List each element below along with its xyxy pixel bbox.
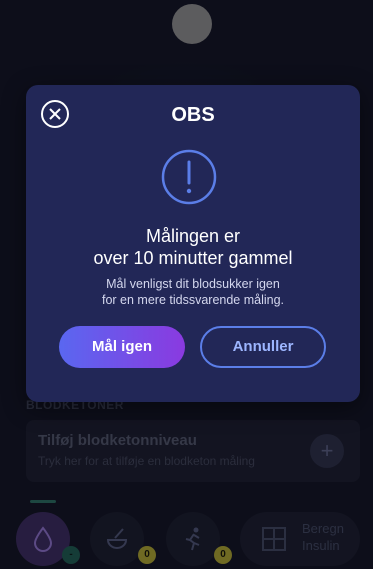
- dialog-body-line2: for en mere tidssvarende måling.: [101, 293, 285, 307]
- warning-icon: [161, 149, 217, 205]
- dialog-heading-line1: Målingen er: [145, 226, 241, 246]
- dialog-body-line1: Mål venligst dit blodsukker igen: [106, 277, 280, 291]
- warning-dialog: OBS Målingen er over 10 minutter gammel …: [26, 85, 360, 402]
- dialog-body: Mål venligst dit blodsukker igen for en …: [36, 276, 350, 308]
- dialog-title: OBS: [171, 104, 215, 126]
- dialog-heading: Målingen er over 10 minutter gammel: [36, 225, 350, 269]
- measure-again-button[interactable]: Mål igen: [59, 326, 185, 368]
- cancel-button[interactable]: Annuller: [200, 326, 326, 368]
- dialog-heading-line2: over 10 minutter gammel: [93, 248, 293, 268]
